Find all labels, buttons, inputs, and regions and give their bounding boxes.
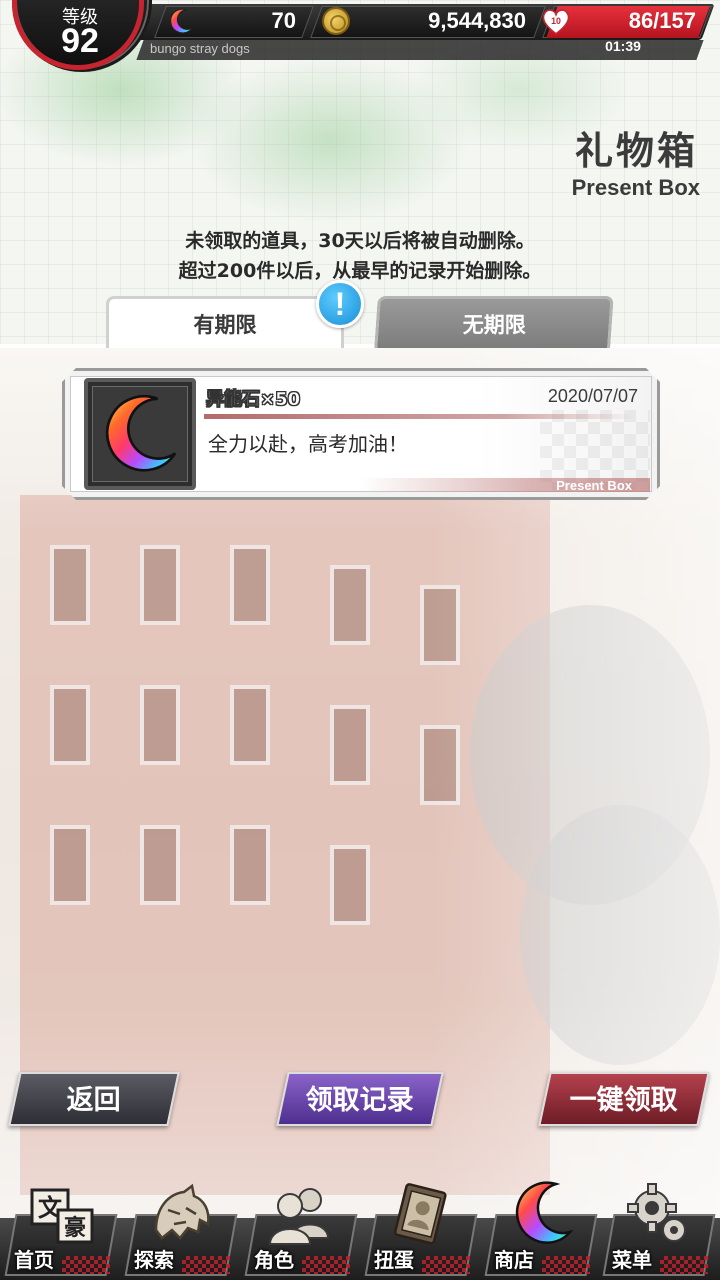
nav-label: 扭蛋 [374, 1248, 414, 1272]
nav-accent [422, 1256, 470, 1274]
nav-shop[interactable]: 商店 [482, 1178, 600, 1278]
page-title: 礼物箱 [574, 129, 698, 173]
nav-label: 菜单 [612, 1248, 652, 1272]
status-bar: 70 9,544,830 10 86/157 bungo stray dogs … [0, 0, 720, 72]
divider [204, 414, 636, 419]
coin-count: 9,544,830 [428, 8, 526, 33]
present-card-footer: Present Box [556, 478, 632, 493]
stamina-heart-icon: 10 [542, 9, 570, 35]
alert-icon: ! [316, 280, 364, 328]
present-message: 全力以赴，高考加油！ [208, 432, 408, 456]
nav-accent [660, 1256, 708, 1274]
home-icon: 文 豪 [30, 1188, 94, 1244]
nav-accent [62, 1256, 110, 1274]
nav-accent [182, 1256, 230, 1274]
present-item-name: 异能石×50 [206, 389, 301, 411]
nav-menu[interactable]: 菜单 [600, 1178, 718, 1278]
coin-icon [322, 7, 350, 35]
stamina-value: 86/157 [628, 8, 696, 33]
tab-label: 无期限 [462, 313, 526, 337]
nav-accent [542, 1256, 590, 1274]
svg-text:豪: 豪 [64, 1215, 86, 1241]
back-button-label: 返回 [66, 1085, 121, 1116]
nav-label: 商店 [494, 1248, 534, 1272]
nav-characters[interactable]: 角色 [242, 1178, 360, 1278]
tab-label: 有期限 [193, 313, 257, 337]
shop-stone-icon [515, 1181, 574, 1244]
ability-stone-icon [105, 394, 177, 472]
nav-label: 角色 [254, 1248, 294, 1272]
notice-text: 未领取的道具，30天以后将被自动删除。 [185, 230, 535, 252]
claim-all-label: 一键领取 [569, 1085, 678, 1116]
back-button[interactable]: 返回 [8, 1072, 180, 1126]
svg-text:10: 10 [551, 16, 561, 26]
present-date: 2020/07/07 [547, 386, 638, 406]
claim-history-button[interactable]: 领取记录 [276, 1072, 444, 1126]
characters-icon [268, 1188, 330, 1245]
ability-stone-icon [170, 8, 193, 34]
nav-accent [302, 1256, 350, 1274]
nav-home[interactable]: 文 豪 首页 [2, 1178, 120, 1278]
claim-history-label: 领取记录 [305, 1085, 414, 1116]
menu-gear-icon [627, 1183, 686, 1242]
page-subtitle: Present Box [571, 175, 700, 200]
notice-text: 超过200件以后，从最早的记录开始删除。 [178, 260, 542, 282]
nav-gacha[interactable]: 扭蛋 [362, 1178, 480, 1278]
tab-unlimited[interactable]: 无期限 [374, 296, 614, 348]
explore-tiger-icon [154, 1183, 210, 1240]
gacha-book-icon [393, 1183, 447, 1245]
stamina-timer: 01:39 [605, 38, 641, 54]
nav-explore[interactable]: 探索 [122, 1178, 240, 1278]
nav-label: 探索 [134, 1248, 174, 1272]
level-value: 92 [61, 22, 99, 60]
nav-label: 首页 [14, 1248, 54, 1272]
app-name: bungo stray dogs [150, 41, 250, 56]
claim-all-button[interactable]: 一键领取 [538, 1072, 710, 1126]
tab-limited[interactable]: 有期限 [106, 296, 344, 348]
stone-count: 70 [271, 8, 296, 33]
